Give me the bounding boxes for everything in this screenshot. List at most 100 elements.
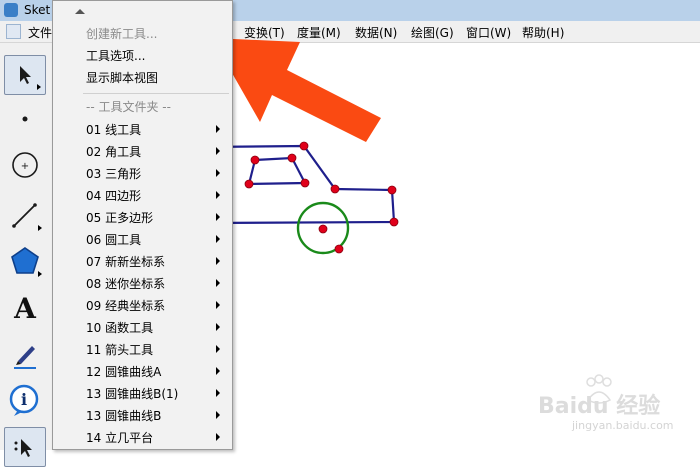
menu-item-tool-folder[interactable]: 04 四边形 bbox=[53, 184, 232, 206]
tool-submenu-indicator bbox=[38, 225, 42, 231]
polygon-tool[interactable] bbox=[4, 241, 46, 281]
menu-item-tool-folder[interactable]: 09 经典坐标系 bbox=[53, 294, 232, 316]
menu-item-tool-folder[interactable]: 10 函数工具 bbox=[53, 316, 232, 338]
submenu-arrow-icon bbox=[216, 147, 220, 155]
menu-item-label: 创建新工具... bbox=[86, 27, 158, 41]
tool-folder-header: -- 工具文件夹 -- bbox=[86, 100, 171, 114]
menu-file[interactable]: 文件 bbox=[28, 24, 52, 41]
menu-transform[interactable]: 变换(T) bbox=[244, 24, 285, 41]
scroll-up-icon bbox=[75, 9, 85, 14]
compass-tool[interactable]: + bbox=[4, 145, 46, 185]
menu-item-label: 11 箭头工具 bbox=[86, 343, 154, 357]
wheel-center-point bbox=[318, 224, 328, 234]
wheel-rim-point bbox=[334, 244, 344, 254]
watermark-text: Baidu 经验 bbox=[538, 394, 661, 419]
information-tool[interactable]: i bbox=[4, 381, 46, 421]
watermark-url: jingyan.baidu.com bbox=[572, 419, 674, 432]
menu-item-label: 09 经典坐标系 bbox=[86, 299, 166, 313]
svg-text:+: + bbox=[21, 161, 29, 172]
submenu-arrow-icon bbox=[216, 169, 220, 177]
menu-item-tool-folder[interactable]: 14 立几平台 bbox=[53, 426, 232, 448]
select-arrow-tool[interactable] bbox=[4, 55, 46, 95]
menu-item-tool-folder[interactable]: 13 圆锥曲线B bbox=[53, 404, 232, 426]
menu-item-label: 10 函数工具 bbox=[86, 321, 154, 335]
menu-item-tool-folder[interactable]: 08 迷你坐标系 bbox=[53, 272, 232, 294]
tool-submenu-indicator bbox=[37, 84, 41, 90]
submenu-arrow-icon bbox=[216, 345, 220, 353]
text-tool-letter: A bbox=[14, 291, 36, 325]
menu-item-create-new-tool: 创建新工具... bbox=[53, 22, 232, 44]
compass-circle-icon: + bbox=[12, 152, 38, 178]
menu-item-label: 12 圆锥曲线A bbox=[86, 365, 162, 379]
menu-item-label: 02 角工具 bbox=[86, 145, 142, 159]
text-tool[interactable]: A bbox=[4, 288, 46, 328]
menu-item-tool-folder[interactable]: 07 新新坐标系 bbox=[53, 250, 232, 272]
menu-item-tool-folder[interactable]: 03 三角形 bbox=[53, 162, 232, 184]
point bbox=[287, 153, 297, 163]
menu-scroll-up[interactable] bbox=[53, 3, 232, 19]
window-title: Sket bbox=[24, 3, 51, 17]
menu-item-tool-options[interactable]: 工具选项... bbox=[53, 44, 232, 66]
custom-tool[interactable] bbox=[4, 427, 46, 467]
point bbox=[250, 155, 260, 165]
point-icon bbox=[22, 116, 28, 122]
tool-submenu-indicator bbox=[38, 271, 42, 277]
menu-window[interactable]: 窗口(W) bbox=[466, 24, 511, 41]
menu-item-label: 显示脚本视图 bbox=[86, 71, 159, 85]
menu-item-label: 01 线工具 bbox=[86, 123, 142, 137]
submenu-arrow-icon bbox=[216, 191, 220, 199]
menu-item-label: 06 圆工具 bbox=[86, 233, 142, 247]
submenu-arrow-icon bbox=[216, 235, 220, 243]
menu-item-tool-folder[interactable]: 13 圆锥曲线B(1) bbox=[53, 382, 232, 404]
submenu-arrow-icon bbox=[216, 279, 220, 287]
menu-separator bbox=[83, 93, 229, 94]
menu-measure[interactable]: 度量(M) bbox=[297, 24, 341, 41]
menu-item-tool-folder[interactable]: 05 正多边形 bbox=[53, 206, 232, 228]
menu-item-show-script-view[interactable]: 显示脚本视图 bbox=[53, 66, 232, 88]
point bbox=[244, 179, 254, 189]
svg-text:i: i bbox=[21, 390, 27, 409]
menu-draw[interactable]: 绘图(G) bbox=[411, 24, 454, 41]
menu-item-label: 13 圆锥曲线B(1) bbox=[86, 387, 179, 401]
menu-item-label: 05 正多边形 bbox=[86, 211, 154, 225]
marker-tool[interactable] bbox=[4, 335, 46, 375]
point bbox=[300, 178, 310, 188]
menu-help[interactable]: 帮助(H) bbox=[522, 24, 564, 41]
marker-pen-icon bbox=[14, 346, 36, 369]
submenu-arrow-icon bbox=[216, 411, 220, 419]
submenu-arrow-icon bbox=[216, 367, 220, 375]
app-icon bbox=[4, 3, 18, 17]
straightedge-tool[interactable] bbox=[4, 195, 46, 235]
line-segment-icon bbox=[12, 203, 37, 228]
information-icon: i bbox=[9, 384, 39, 416]
submenu-arrow-icon bbox=[216, 323, 220, 331]
document-icon[interactable] bbox=[6, 24, 21, 39]
submenu-arrow-icon bbox=[216, 213, 220, 221]
point bbox=[387, 185, 397, 195]
menu-item-tool-folder[interactable]: 02 角工具 bbox=[53, 140, 232, 162]
point bbox=[330, 184, 340, 194]
menu-item-label: 04 四边形 bbox=[86, 189, 142, 203]
menu-item-label: 03 三角形 bbox=[86, 167, 142, 181]
menu-item-tool-folder[interactable]: 06 圆工具 bbox=[53, 228, 232, 250]
menu-item-label: 工具选项... bbox=[86, 49, 146, 63]
menu-item-tool-folder[interactable]: 11 箭头工具 bbox=[53, 338, 232, 360]
custom-tool-arrow-icon bbox=[14, 439, 32, 457]
menu-item-tool-folder[interactable]: 01 线工具 bbox=[53, 118, 232, 140]
submenu-arrow-icon bbox=[216, 301, 220, 309]
point-tool[interactable] bbox=[4, 99, 46, 139]
menu-item-label: 07 新新坐标系 bbox=[86, 255, 166, 269]
menu-item-label: 08 迷你坐标系 bbox=[86, 277, 166, 291]
submenu-arrow-icon bbox=[216, 125, 220, 133]
menu-data[interactable]: 数据(N) bbox=[355, 24, 397, 41]
menu-item-label: 14 立几平台 bbox=[86, 431, 154, 445]
custom-tools-menu: 创建新工具... 工具选项... 显示脚本视图 -- 工具文件夹 -- 01 线… bbox=[52, 0, 233, 450]
menu-item-tool-folder[interactable]: 12 圆锥曲线A bbox=[53, 360, 232, 382]
point bbox=[389, 217, 399, 227]
submenu-arrow-icon bbox=[216, 257, 220, 265]
submenu-arrow-icon bbox=[216, 433, 220, 441]
toolbox: + A i bbox=[0, 43, 53, 467]
submenu-arrow-icon bbox=[216, 389, 220, 397]
pentagon-icon bbox=[11, 247, 39, 274]
point bbox=[299, 141, 309, 151]
